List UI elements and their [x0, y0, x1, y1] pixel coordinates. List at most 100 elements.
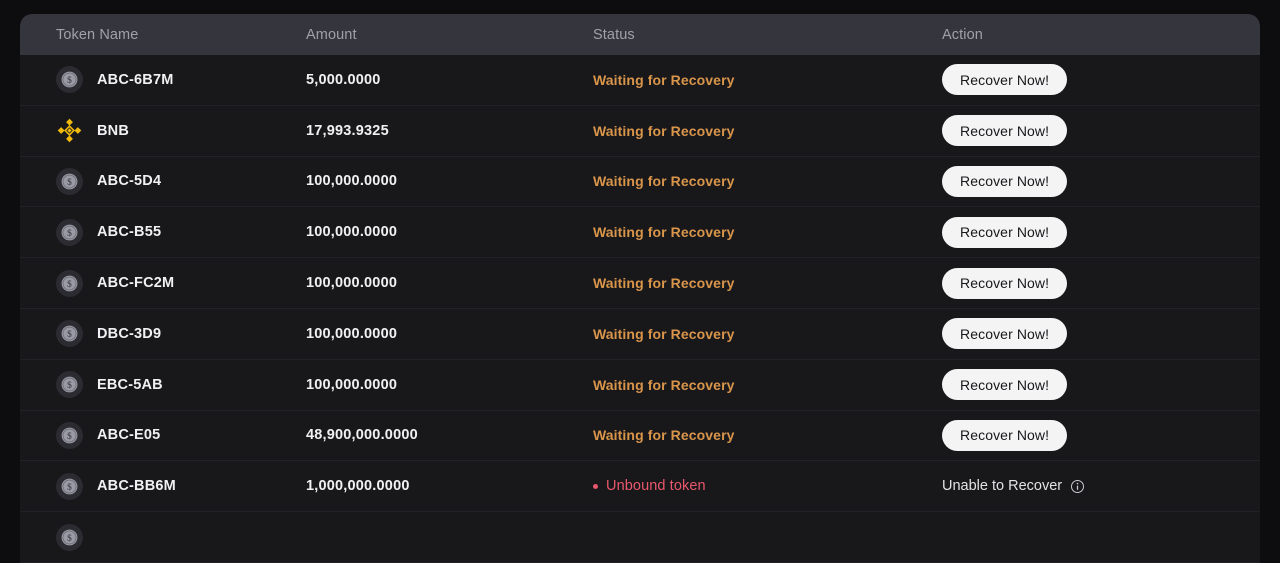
- amount-value: 5,000.0000: [306, 71, 381, 88]
- table-header-row: Token Name Amount Status Action: [20, 14, 1260, 55]
- status-badge: Waiting for Recovery: [593, 224, 735, 240]
- recover-now-button[interactable]: Recover Now!: [942, 165, 1068, 197]
- cell-status: Waiting for Recovery: [593, 275, 942, 291]
- status-badge: Waiting for Recovery: [593, 173, 735, 189]
- cell-token-name: $ ABC-E05: [20, 421, 306, 449]
- cell-status: Waiting for Recovery: [593, 377, 942, 393]
- column-header-status: Status: [593, 26, 635, 43]
- column-header-action: Action: [942, 26, 983, 43]
- coin-dollar-icon: $: [56, 371, 83, 399]
- recover-now-button[interactable]: Recover Now!: [942, 115, 1068, 147]
- token-identity: $ ABC-5D4: [56, 167, 162, 195]
- coin-dollar-icon: $: [56, 472, 83, 500]
- recover-now-button[interactable]: Recover Now!: [942, 369, 1068, 401]
- column-header-amount: Amount: [306, 26, 357, 43]
- token-identity: $ EBC-5AB: [56, 371, 163, 399]
- token-identity: $ DBC-3D9: [56, 320, 162, 348]
- cell-status: Unbound token: [593, 478, 942, 494]
- token-name-label: ABC-B55: [97, 224, 162, 241]
- cell-amount: 48,900,000.0000: [306, 427, 593, 443]
- token-name-label: BNB: [97, 122, 130, 139]
- cell-token-name: $ ABC-5D4: [20, 167, 306, 195]
- table-row: $: [20, 512, 1260, 563]
- svg-text:$: $: [67, 75, 72, 86]
- table-row: $ DBC-3D9 100,000.0000 Waiting for Recovery…: [20, 308, 1260, 360]
- cell-action: Recover Now!: [942, 115, 1260, 147]
- cell-amount: 100,000.0000: [306, 173, 593, 189]
- amount-value: 48,900,000.0000: [306, 427, 418, 444]
- token-name-label: DBC-3D9: [97, 325, 162, 342]
- recover-now-button[interactable]: Recover Now!: [942, 318, 1068, 350]
- status-label: Waiting for Recovery: [593, 224, 735, 241]
- svg-text:$: $: [67, 431, 72, 442]
- cell-token-name: $ ABC-B55: [20, 218, 306, 246]
- recover-now-button[interactable]: Recover Now!: [942, 64, 1068, 96]
- coin-dollar-icon: $: [56, 218, 83, 246]
- svg-text:$: $: [67, 177, 72, 188]
- table-row: $ ABC-6B7M 5,000.0000 Waiting for Recovery R…: [20, 55, 1260, 106]
- token-identity: $ ABC-6B7M: [56, 66, 174, 94]
- cell-token-name: BNB: [20, 117, 306, 144]
- token-identity: $ ABC-FC2M: [56, 269, 175, 297]
- status-label: Unbound token: [606, 478, 706, 495]
- status-label: Waiting for Recovery: [593, 427, 735, 444]
- amount-value: 100,000.0000: [306, 173, 398, 190]
- cell-token-name: $ DBC-3D9: [20, 320, 306, 348]
- svg-text:$: $: [67, 533, 72, 544]
- cell-token-name: $ EBC-5AB: [20, 371, 306, 399]
- token-name-label: ABC-6B7M: [97, 71, 174, 88]
- cell-token-name: $ ABC-BB6M: [20, 472, 306, 500]
- amount-value: 100,000.0000: [306, 224, 398, 241]
- cell-token-name: $ ABC-6B7M: [20, 66, 306, 94]
- table-row: $ ABC-FC2M 100,000.0000 Waiting for Recover…: [20, 258, 1260, 309]
- token-name-label: ABC-5D4: [97, 173, 162, 190]
- coin-dollar-icon: $: [56, 421, 83, 449]
- cell-amount: 5,000.0000: [306, 72, 593, 88]
- cell-action: Unable to Recover: [942, 478, 1260, 494]
- cell-amount: 100,000.0000: [306, 224, 593, 240]
- token-identity: $: [56, 523, 97, 551]
- cell-action: Recover Now!: [942, 318, 1260, 350]
- status-label: Waiting for Recovery: [593, 325, 735, 342]
- cell-amount: 100,000.0000: [306, 377, 593, 393]
- cell-action: Recover Now!: [942, 267, 1260, 299]
- status-label: Waiting for Recovery: [593, 376, 735, 393]
- status-dot-icon: [593, 483, 598, 489]
- svg-text:$: $: [67, 279, 72, 290]
- status-badge: Waiting for Recovery: [593, 427, 735, 443]
- recover-now-button[interactable]: Recover Now!: [942, 267, 1068, 299]
- coin-dollar-icon: $: [56, 167, 83, 195]
- cell-status: Waiting for Recovery: [593, 72, 942, 88]
- cell-amount: 100,000.0000: [306, 275, 593, 291]
- table-row: BNB 17,993.9325 Waiting for Recovery Recove…: [20, 105, 1260, 157]
- cell-token-name: $ ABC-FC2M: [20, 269, 306, 297]
- svg-text:$: $: [67, 329, 72, 340]
- status-label: Waiting for Recovery: [593, 173, 735, 190]
- status-badge: Waiting for Recovery: [593, 123, 735, 139]
- cell-status: Waiting for Recovery: [593, 224, 942, 240]
- cell-action: Recover Now!: [942, 165, 1260, 197]
- cell-amount: 1,000,000.0000: [306, 478, 593, 494]
- status-label: Waiting for Recovery: [593, 122, 735, 139]
- table-row: $ ABC-5D4 100,000.0000 Waiting for Recovery…: [20, 156, 1260, 208]
- cell-action: Recover Now!: [942, 419, 1260, 451]
- status-badge: Waiting for Recovery: [593, 377, 735, 393]
- token-name-label: EBC-5AB: [97, 376, 163, 393]
- amount-value: 1,000,000.0000: [306, 478, 410, 495]
- cell-amount: 100,000.0000: [306, 326, 593, 342]
- info-circle-icon[interactable]: [1070, 479, 1085, 494]
- token-name-label: ABC-FC2M: [97, 275, 175, 292]
- amount-value: 100,000.0000: [306, 275, 398, 292]
- recover-now-button[interactable]: Recover Now!: [942, 216, 1068, 248]
- coin-dollar-icon: $: [56, 523, 83, 551]
- amount-value: 100,000.0000: [306, 325, 398, 342]
- cell-status: Waiting for Recovery: [593, 326, 942, 342]
- svg-text:$: $: [67, 380, 72, 391]
- status-badge: Waiting for Recovery: [593, 72, 735, 88]
- recover-now-button[interactable]: Recover Now!: [942, 419, 1068, 451]
- table-row: $ ABC-E05 48,900,000.0000 Waiting for Recov…: [20, 410, 1260, 462]
- cell-status: Waiting for Recovery: [593, 173, 942, 189]
- coin-dollar-icon: $: [56, 269, 83, 297]
- status-label: Waiting for Recovery: [593, 275, 735, 292]
- amount-value: 100,000.0000: [306, 376, 398, 393]
